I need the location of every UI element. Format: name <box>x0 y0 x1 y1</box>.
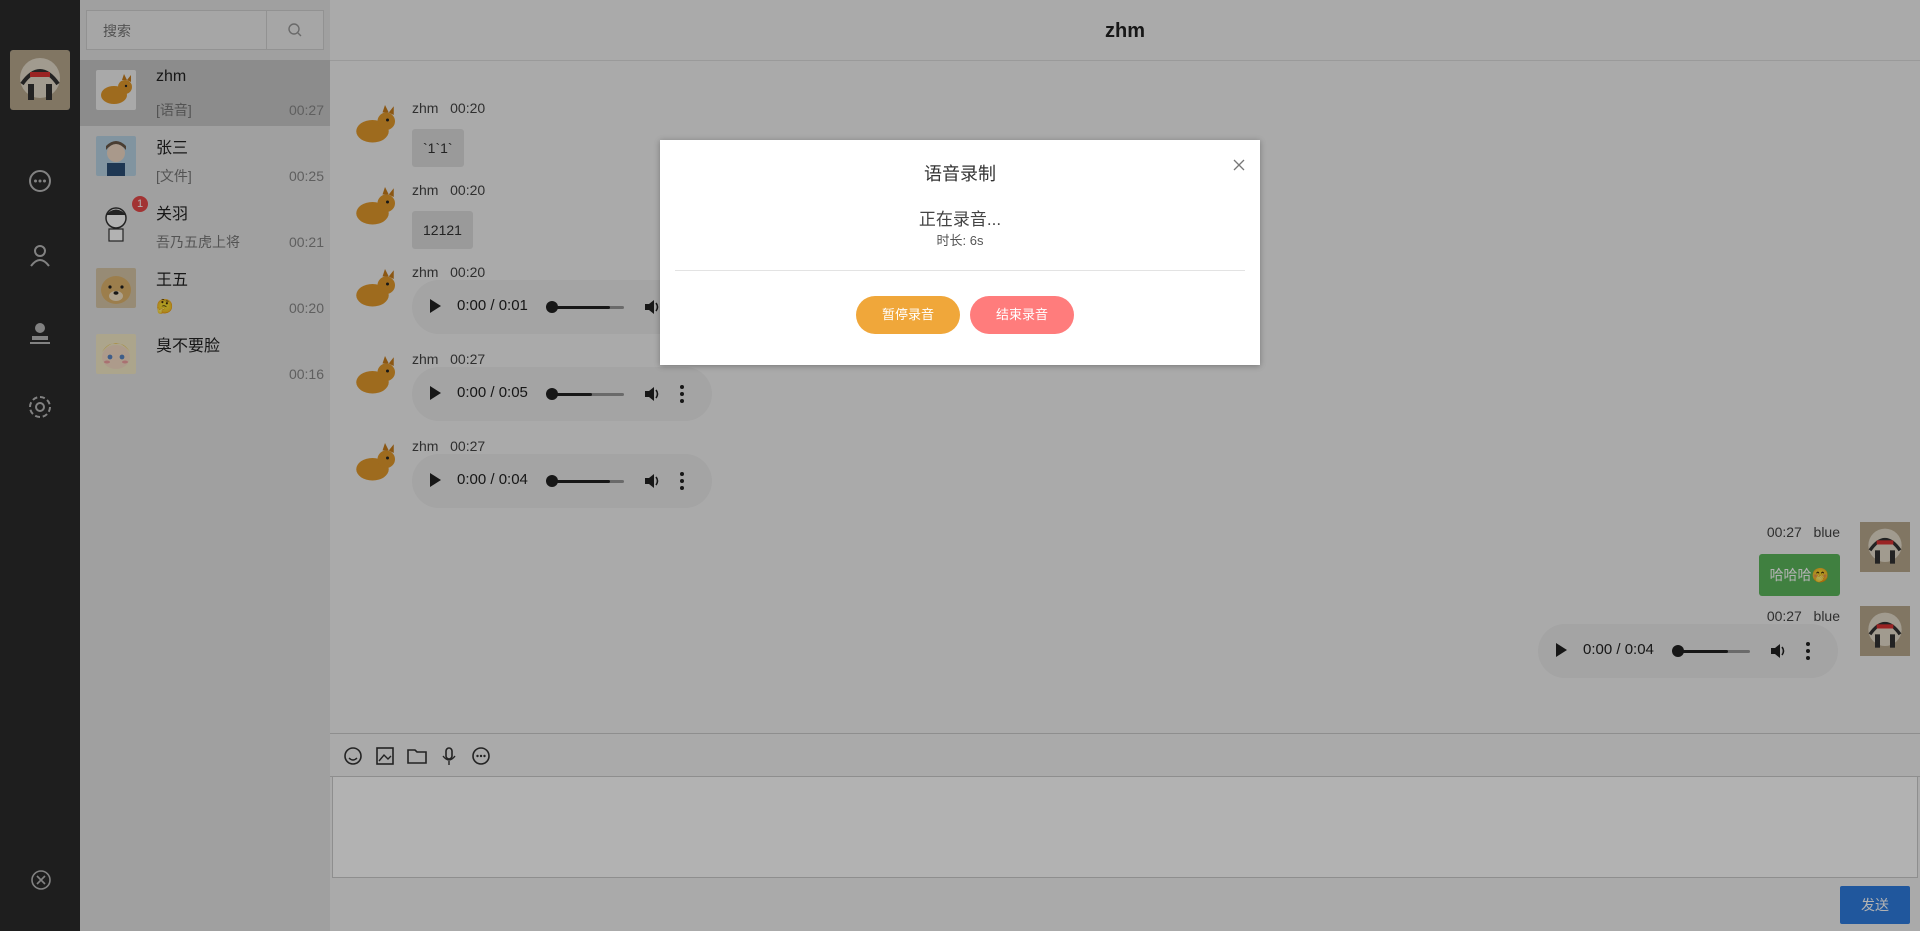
close-icon[interactable] <box>1232 158 1246 172</box>
voice-record-dialog: 语音录制 正在录音... 时长: 6s 暂停录音 结束录音 <box>660 140 1260 365</box>
divider <box>675 270 1245 271</box>
stop-recording-button[interactable]: 结束录音 <box>970 296 1074 334</box>
dialog-title: 语音录制 <box>924 164 996 184</box>
recording-status: 正在录音... <box>918 210 1002 229</box>
recording-duration: 时长: 6s <box>936 233 984 248</box>
pause-recording-button[interactable]: 暂停录音 <box>856 296 960 334</box>
